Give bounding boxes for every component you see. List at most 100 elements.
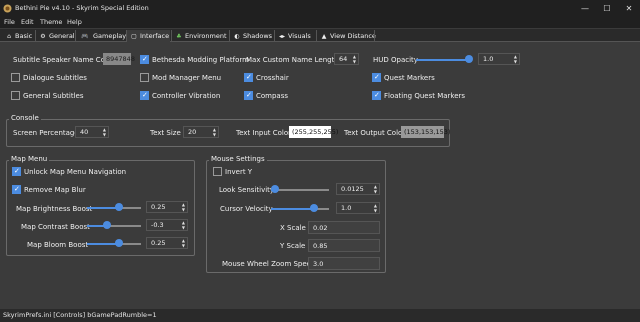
spin-arrows-icon[interactable]: ▲ ▼ [213,127,216,137]
look-sensitivity-slider-track[interactable] [271,189,329,191]
menu-edit[interactable]: Edit [21,18,34,26]
unlock-map-menu-navigation-checkbox[interactable] [12,167,21,176]
text-size-spinbox[interactable]: 20 ▲ ▼ [183,126,219,138]
controller-vibration-checkbox[interactable] [140,91,149,100]
hud-opacity-slider-handle[interactable] [465,55,473,63]
close-button[interactable]: ✕ [618,0,640,17]
general-subtitles-label: General Subtitles [23,92,84,100]
remove-map-blur-checkbox[interactable] [12,185,21,194]
spin-value: 1.0 [341,204,352,212]
unlock-map-menu-navigation-label: Unlock Map Menu Navigation [24,168,127,176]
controller-vibration-label: Controller Vibration [152,92,221,100]
spin-arrows-icon[interactable]: ▲ ▼ [103,127,106,137]
tab-shadows[interactable]: ◐ Shadows [230,30,273,42]
spin-value: -0.3 [151,221,164,229]
tab-interface[interactable]: ▢ Interface [127,30,170,42]
map-menu-group-title: Map Menu [9,155,50,163]
tab-general[interactable]: ⚙ General [36,30,74,42]
tab-divider [374,30,375,42]
tab-gameplay[interactable]: 🎮 Gameplay [76,30,127,42]
map-brightness-slider-handle[interactable] [115,203,123,211]
quest-markers-label: Quest Markers [384,74,435,82]
shadow-icon: ◐ [234,33,240,40]
tab-view-distance[interactable]: ▲ View Distance [317,30,376,42]
map-bloom-boost-label: Map Bloom Boost [27,241,89,249]
mouse-wheel-zoom-speed-input[interactable]: 3.0 [308,257,380,270]
tab-environment[interactable]: ♣ Environment [172,30,228,42]
crosshair-label: Crosshair [256,74,289,82]
home-icon: ⌂ [7,33,11,40]
window-icon: ▢ [131,33,137,40]
floating-quest-markers-checkbox[interactable] [372,91,381,100]
cursor-velocity-spinbox[interactable]: 1.0 ▲ ▼ [336,202,380,214]
dialogue-subtitles-checkbox[interactable] [11,73,20,82]
tree-icon: ♣ [176,33,182,40]
map-bloom-spinbox[interactable]: 0.25 ▲ ▼ [146,237,188,249]
crosshair-checkbox[interactable] [244,73,253,82]
cursor-velocity-slider-fill [271,208,314,210]
subtitle-speaker-color-swatch[interactable]: 8947848 [103,53,135,65]
tab-visuals[interactable]: ◂▸ Visuals [275,30,315,42]
spin-value: 64 [339,55,348,63]
look-sensitivity-slider-handle[interactable] [271,185,279,193]
cursor-velocity-slider-handle[interactable] [310,204,318,212]
floating-quest-markers-label: Floating Quest Markers [384,92,466,100]
tab-label: View Distance [330,32,376,40]
text-output-color-label: Text Output Color [344,129,406,137]
map-contrast-slider-handle[interactable] [103,221,111,229]
remove-map-blur-label: Remove Map Blur [24,186,86,194]
spin-arrows-icon[interactable]: ▲ ▼ [182,238,185,248]
invert-y-label: Invert Y [225,168,253,176]
tab-label: Visuals [288,32,311,40]
map-brightness-spinbox[interactable]: 0.25 ▲ ▼ [146,201,188,213]
minimize-button[interactable]: — [574,0,596,17]
spin-arrows-icon[interactable]: ▲ ▼ [182,220,185,230]
gamepad-icon: 🎮 [81,33,89,40]
look-sensitivity-spinbox[interactable]: 0.0125 ▲ ▼ [336,183,380,195]
compass-label: Compass [256,92,289,100]
map-bloom-slider-handle[interactable] [115,239,123,247]
bethesda-modding-platform-checkbox[interactable] [140,55,149,64]
tab-label: Gameplay [93,32,127,40]
gear-icon: ⚙ [40,33,46,40]
tab-label: Environment [185,32,227,40]
spin-arrows-icon[interactable]: ▲ ▼ [182,202,185,212]
map-contrast-boost-label: Map Contrast Boost [21,223,90,231]
mod-manager-menu-checkbox[interactable] [140,73,149,82]
spin-value: 0.25 [151,203,166,211]
screen-percentage-spinbox[interactable]: 40 ▲ ▼ [75,126,109,138]
tab-basic[interactable]: ⌂ Basic [2,30,34,42]
hud-opacity-spinbox[interactable]: 1.0 ▲ ▼ [478,53,520,65]
spin-arrows-icon[interactable]: ▲ ▼ [353,54,356,64]
text-output-color-swatch[interactable]: (153,153,153) [401,126,450,138]
dialogue-subtitles-label: Dialogue Subtitles [23,74,87,82]
hud-opacity-label: HUD Opacity [373,56,418,64]
map-contrast-spinbox[interactable]: -0.3 ▲ ▼ [146,219,188,231]
menu-theme[interactable]: Theme [40,18,62,26]
x-scale-input[interactable]: 0.02 [308,221,380,234]
general-subtitles-checkbox[interactable] [11,91,20,100]
console-group-title: Console [9,114,41,122]
mouse-settings-group-title: Mouse Settings [209,155,267,163]
menu-help[interactable]: Help [67,18,82,26]
text-input-color-swatch[interactable]: (255,255,255) [289,126,338,138]
mouse-wheel-zoom-speed-label: Mouse Wheel Zoom Speed [222,260,316,268]
look-sensitivity-label: Look Sensitivity [219,186,275,194]
spin-value: 20 [188,128,197,136]
y-scale-label: Y Scale [280,242,306,250]
spin-arrows-icon[interactable]: ▲ ▼ [374,203,377,213]
quest-markers-checkbox[interactable] [372,73,381,82]
max-custom-name-length-spinbox[interactable]: 64 ▲ ▼ [334,53,359,65]
compass-checkbox[interactable] [244,91,253,100]
spin-arrows-icon[interactable]: ▲ ▼ [374,184,377,194]
maximize-button[interactable]: ☐ [596,0,618,17]
spin-arrows-icon[interactable]: ▲ ▼ [514,54,517,64]
invert-y-checkbox[interactable] [213,167,222,176]
subtitle-speaker-color-label: Subtitle Speaker Name Color [13,56,115,64]
text-size-label: Text Size [150,129,181,137]
menu-file[interactable]: File [4,18,15,26]
bethesda-modding-platform-label: Bethesda Modding Platform [152,56,249,64]
y-scale-input[interactable]: 0.85 [308,239,380,252]
spin-value: 0.0125 [341,185,364,193]
mountain-icon: ▲ [321,33,327,40]
